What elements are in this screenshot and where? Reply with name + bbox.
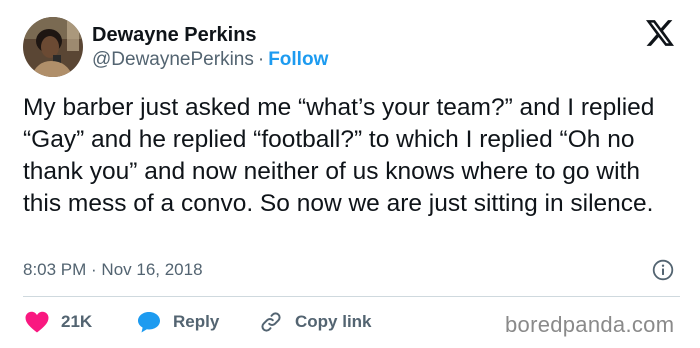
tweet-text: My barber just asked me “what’s your tea… bbox=[23, 94, 655, 217]
heart-icon bbox=[25, 311, 49, 333]
info-icon[interactable] bbox=[652, 259, 674, 281]
avatar[interactable] bbox=[23, 17, 83, 77]
reply-label: Reply bbox=[173, 312, 220, 331]
reply-button[interactable]: Reply bbox=[137, 309, 219, 335]
like-button[interactable]: 21K bbox=[25, 309, 92, 335]
watermark: boredpanda.com bbox=[505, 312, 675, 337]
copy-link-button[interactable]: Copy link bbox=[259, 309, 372, 335]
copy-link-label: Copy link bbox=[295, 312, 372, 331]
link-icon bbox=[261, 312, 281, 332]
tweet-timestamp[interactable]: 8:03 PM · Nov 16, 2018 bbox=[23, 260, 203, 280]
author-handle[interactable]: @DewaynePerkins bbox=[92, 49, 254, 70]
x-logo-icon[interactable] bbox=[646, 20, 674, 46]
follow-button[interactable]: Follow bbox=[268, 49, 328, 70]
author-name[interactable]: Dewayne Perkins bbox=[92, 24, 257, 47]
like-count: 21K bbox=[61, 312, 93, 331]
author-handle-line: @DewaynePerkins · Follow bbox=[92, 49, 328, 71]
divider bbox=[23, 296, 680, 297]
separator-dot: · bbox=[257, 49, 265, 70]
speech-bubble-icon bbox=[138, 312, 160, 333]
